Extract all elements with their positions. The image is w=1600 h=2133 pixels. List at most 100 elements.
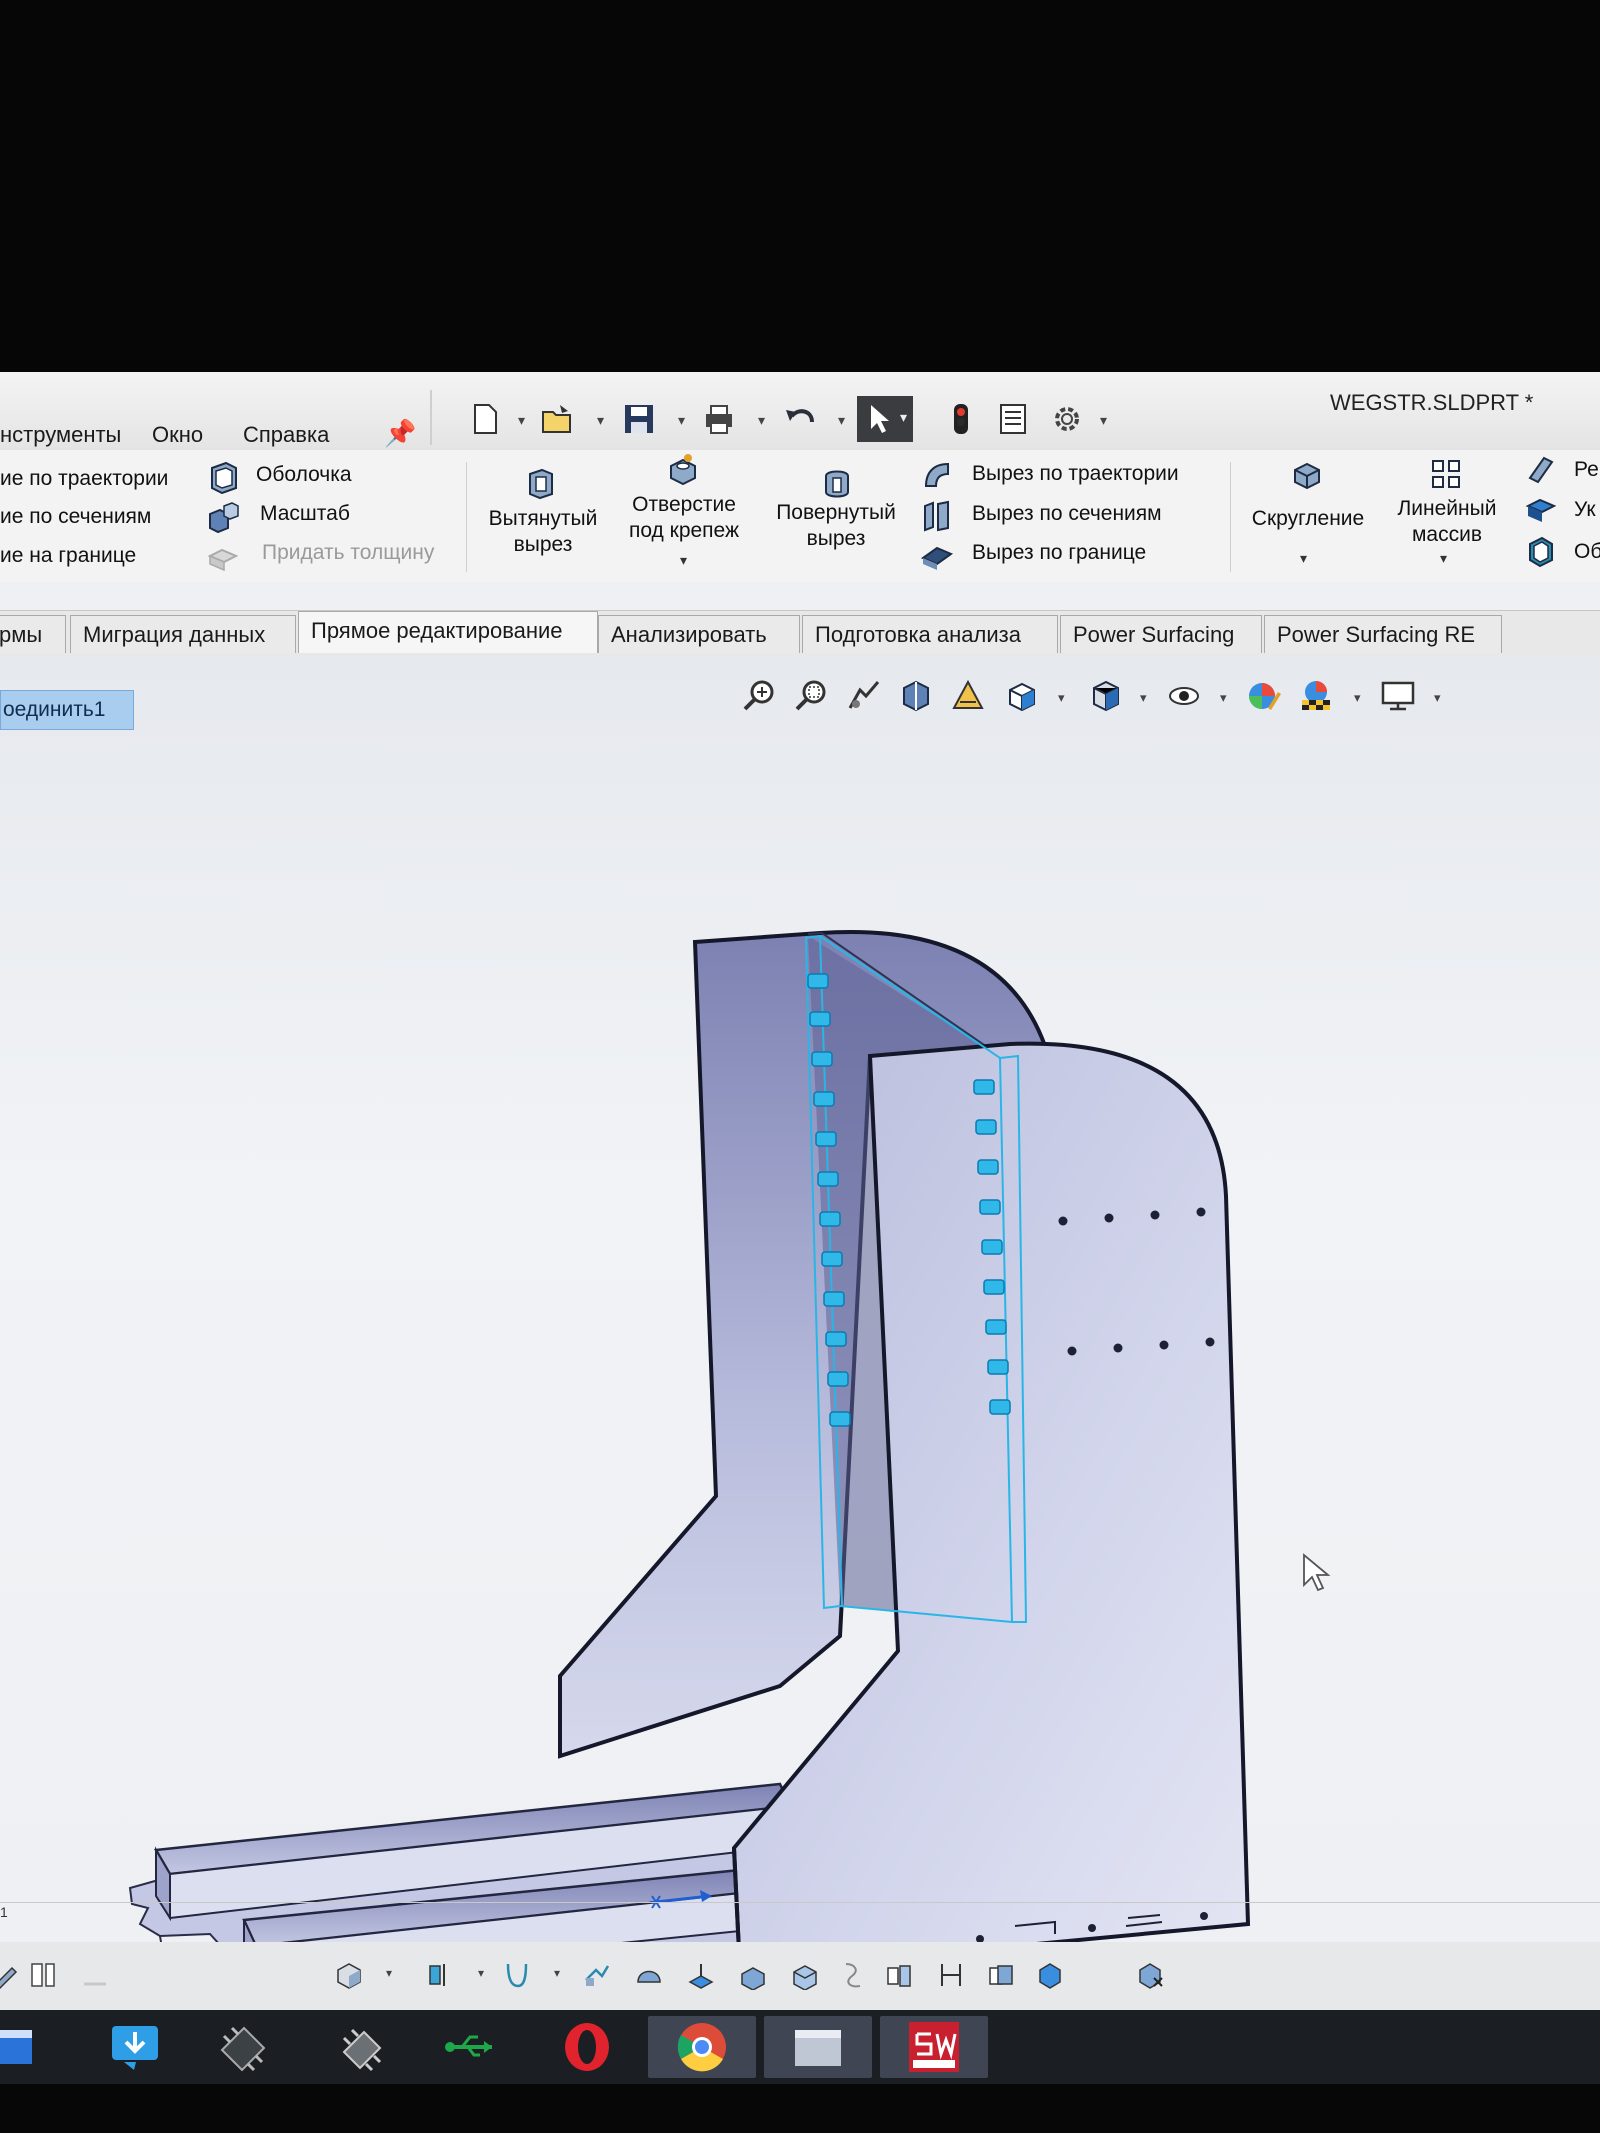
menu-help[interactable]: Справка [243,422,329,448]
tab-data-migration[interactable]: Миграция данных [70,615,296,653]
chrome-taskbar-button[interactable] [648,2016,756,2078]
smart-dimension-icon[interactable] [28,1960,58,1990]
chip2-app-icon[interactable] [330,2016,392,2078]
fillet-icon [1294,462,1320,490]
select-dropdown-icon[interactable]: ▾ [900,409,907,426]
curves-dropdown-icon[interactable]: ▾ [554,1966,560,1980]
intersect-button[interactable]: Об [1574,540,1600,564]
ribbon-separator [1230,462,1231,572]
save-icon[interactable] [622,402,656,436]
solidworks-taskbar-button[interactable] [880,2016,988,2078]
tab-evaluate[interactable]: Анализировать [598,615,800,653]
chip-app-icon[interactable] [212,2016,274,2078]
dome-icon[interactable] [634,1960,664,1990]
undo-icon[interactable] [782,402,816,436]
fillet-button[interactable]: Скругление [1240,506,1376,532]
boundary-boss-button[interactable]: ие на границе [0,544,136,568]
hole-wizard-dropdown-icon[interactable]: ▾ [680,552,687,569]
shell-button[interactable]: Оболочка [256,463,352,487]
download-icon[interactable] [104,2016,166,2078]
lofted-cut-icon [924,500,949,532]
tab-power-surfacing[interactable]: Power Surfacing [1060,615,1262,653]
extruded-cut-button[interactable]: Вытянутый вырез [478,506,608,558]
delete-body-icon[interactable] [1136,1960,1166,1990]
rib-button[interactable]: Ре [1574,458,1599,482]
thicken-icon [207,548,239,572]
intersect-body-icon[interactable] [1036,1960,1066,1990]
boundary-cut-button[interactable]: Вырез по границе [972,541,1146,565]
save-dropdown-icon[interactable]: ▾ [678,412,685,429]
scale-icon [209,502,239,534]
document-title: WEGSTR.SLDPRT * [1330,390,1534,415]
combine-icon[interactable] [986,1960,1016,1990]
curves-icon[interactable] [502,1960,532,1990]
flex-icon[interactable] [936,1960,966,1990]
file-properties-icon[interactable] [996,402,1030,436]
tab-direct-editing[interactable]: Прямое редактирование [298,611,598,653]
chrome-icon [677,2023,726,2072]
wrap-icon[interactable] [738,1960,768,1990]
extruded-cut-label-2: вырез [513,533,573,556]
mirror-icon[interactable] [884,1960,914,1990]
undo-dropdown-icon[interactable]: ▾ [838,412,845,429]
extruded-boss-icon[interactable] [334,1960,364,1990]
freeform-icon[interactable] [838,1960,868,1990]
sketch-icon[interactable] [0,1960,20,1990]
linear-pattern-button[interactable]: Линейный массив [1382,496,1512,548]
print-dropdown-icon[interactable]: ▾ [758,412,765,429]
fillet-dropdown-icon[interactable]: ▾ [1300,550,1307,567]
open-folder-icon[interactable] [540,402,574,436]
mouse-pointer-icon [1303,1553,1331,1592]
swept-boss-button[interactable]: ие по траектории [0,467,168,491]
command-manager-tabs: рмы Миграция данных Прямое редактировани… [0,610,1600,658]
disabled-tool-icon[interactable] [80,1960,110,1990]
new-document-icon[interactable] [468,402,502,436]
tab-power-surfacing-re[interactable]: Power Surfacing RE [1264,615,1502,653]
hole-wizard-button[interactable]: Отверстие под крепеж [614,492,754,544]
lofted-boss-button[interactable]: ие по сечениям [0,505,151,529]
status-line-number: 1 [0,1904,8,1920]
pin-icon[interactable]: 📌 [384,418,416,449]
options-gear-icon[interactable] [1050,402,1084,436]
menu-window[interactable]: Окно [152,422,203,448]
rebuild-icon[interactable] [944,402,978,436]
revolved-cut-label-1: Повернутый [776,501,896,524]
explorer-icon[interactable] [0,2016,42,2078]
boundary-boss-icon[interactable] [686,1960,716,1990]
select-tool-button[interactable]: ▾ [857,396,913,442]
toolbar-separator [430,390,432,445]
extruded-cut-label-1: Вытянутый [488,507,598,530]
extruded-boss-dropdown-icon[interactable]: ▾ [386,1966,392,1980]
status-separator [0,1902,1600,1903]
tab-simulation-prep[interactable]: Подготовка анализа [802,615,1058,653]
split-icon[interactable] [790,1960,820,1990]
reference-geometry-dropdown-icon[interactable]: ▾ [478,1966,484,1980]
revolved-cut-label-2: вырез [806,527,866,550]
file-manager-taskbar-button[interactable] [764,2016,872,2078]
hole-wizard-label-2: под крепеж [628,519,740,542]
menu-tools[interactable]: нструменты [0,422,121,448]
linear-pattern-dropdown-icon[interactable]: ▾ [1440,550,1447,567]
ribbon-separator [466,462,467,572]
tab-forms[interactable]: рмы [0,615,66,653]
linear-pattern-label-2: массив [1411,523,1482,546]
options-dropdown-icon[interactable]: ▾ [1100,412,1107,429]
reference-geometry-icon[interactable] [426,1960,456,1990]
lofted-cut-button[interactable]: Вырез по сечениям [972,502,1162,526]
swept-cut-button[interactable]: Вырез по траектории [972,462,1179,486]
opera-icon[interactable] [556,2016,618,2078]
revolved-cut-button[interactable]: Повернутый вырез [766,500,906,552]
thicken-button[interactable]: Придать толщину [262,541,434,565]
usb-icon[interactable] [440,2016,502,2078]
open-dropdown-icon[interactable]: ▾ [597,412,604,429]
graphics-area[interactable]: ▾ ▾ ▾ ▾ ▾ оединить1 [0,656,1600,1956]
extruded-cut-icon [529,468,553,500]
instant3d-icon[interactable] [582,1960,612,1990]
new-dropdown-icon[interactable]: ▾ [518,412,525,429]
monitor-bezel-top [0,0,1600,380]
draft-button[interactable]: Ук [1574,498,1596,522]
print-icon[interactable] [702,402,736,436]
swept-cut-icon [924,462,949,487]
scale-button[interactable]: Масштаб [260,502,350,526]
part-model-3d[interactable] [0,656,1600,1956]
